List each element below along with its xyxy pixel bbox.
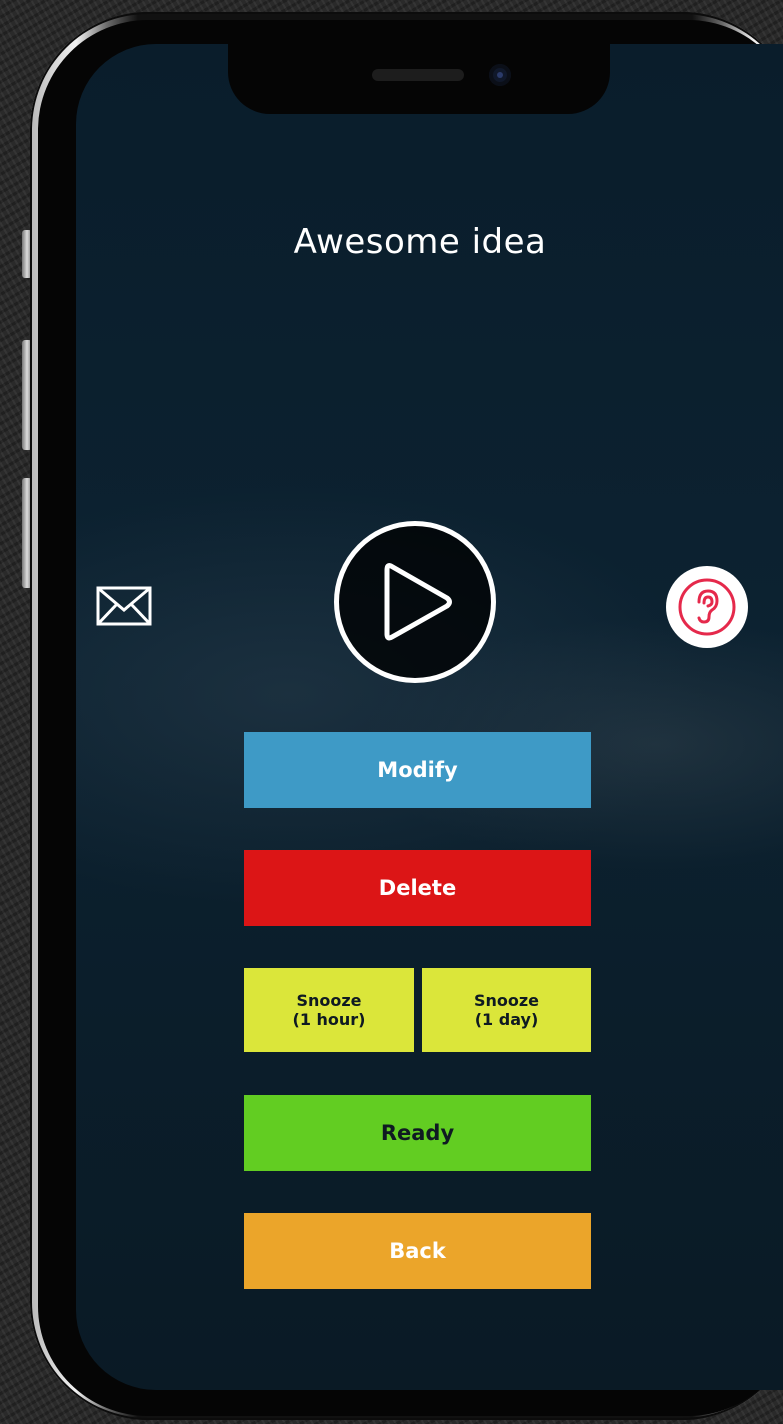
modify-label: Modify [377, 758, 458, 782]
idea-title: Awesome idea [293, 222, 547, 262]
front-camera [489, 64, 511, 86]
back-button[interactable]: Back [244, 1213, 591, 1289]
snooze-1-hour-label-line2: (1 hour) [292, 1010, 366, 1029]
mail-icon[interactable] [96, 586, 152, 626]
modify-button[interactable]: Modify [244, 732, 591, 808]
earpiece-speaker [372, 69, 464, 81]
snooze-1-hour-label-line1: Snooze [296, 990, 362, 1010]
listen-button[interactable] [666, 566, 748, 648]
ready-label: Ready [380, 1121, 455, 1145]
delete-label: Delete [378, 876, 457, 900]
snooze-1-day-label-line2: (1 day) [474, 1010, 539, 1029]
play-icon [384, 563, 452, 641]
delete-button[interactable]: Delete [244, 850, 591, 926]
ready-button[interactable]: Ready [244, 1095, 591, 1171]
snooze-1-hour-button[interactable]: Snooze (1 hour) [244, 968, 414, 1052]
play-button[interactable] [334, 521, 496, 683]
snooze-1-day-button[interactable]: Snooze (1 day) [422, 968, 591, 1052]
snooze-1-day-label-line1: Snooze [473, 990, 540, 1010]
ear-icon [678, 578, 736, 636]
back-label: Back [389, 1239, 446, 1263]
